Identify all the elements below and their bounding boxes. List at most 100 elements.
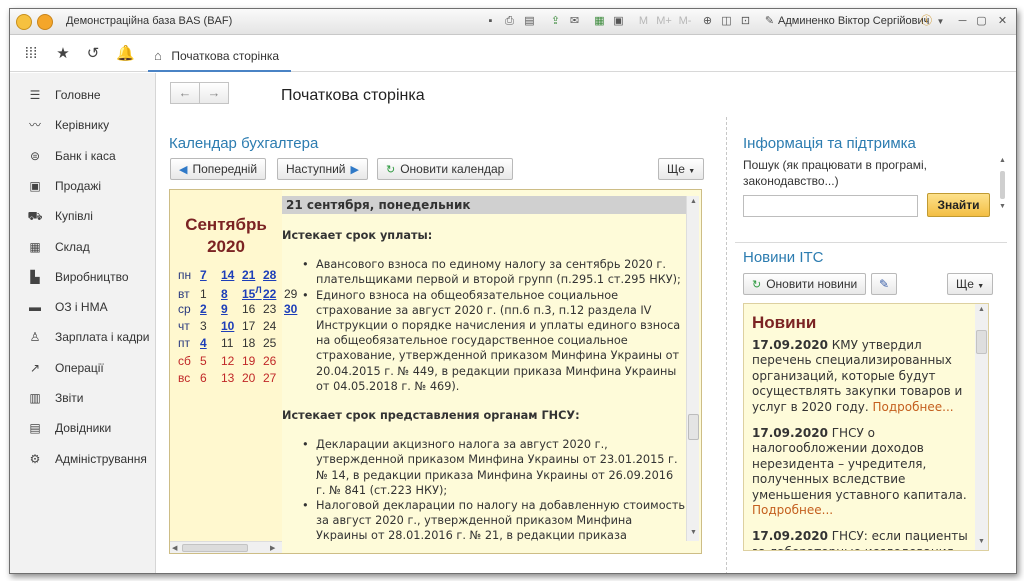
save-icon[interactable]: ▪: [483, 14, 498, 29]
news-date: 17.09.2020: [752, 426, 828, 441]
news-settings-button[interactable]: ✎: [871, 273, 897, 295]
scroll-down-icon[interactable]: ▼: [978, 538, 985, 545]
edit-document-icon: ✎: [878, 277, 890, 291]
calendar-more-button[interactable]: Ще ▼: [658, 158, 705, 180]
sidebar-item[interactable]: ☰ Головне: [10, 83, 156, 111]
factory-icon: ▙: [30, 269, 40, 284]
month-name: Сентябрь: [185, 215, 267, 234]
tab-home[interactable]: ⌂ Початкова сторінка: [148, 43, 292, 72]
calendar-day[interactable]: 8: [221, 287, 242, 301]
sidebar-item[interactable]: ⛟ Купівлі: [10, 204, 156, 232]
sidebar-item[interactable]: ▬ ОЗ і НМА: [10, 295, 156, 323]
forward-button[interactable]: →: [199, 82, 229, 104]
content-item: Декларации акцизного налога за август 20…: [302, 437, 686, 498]
notifications-bell-icon[interactable]: 🔔: [116, 45, 135, 63]
zoom-icon[interactable]: ⊕: [700, 14, 715, 29]
close-icon[interactable]: ✕: [995, 14, 1010, 29]
sidebar-item[interactable]: ⊜ Банк і каса: [10, 144, 156, 172]
calendar-day[interactable]: 2: [200, 302, 221, 316]
chevron-down-icon[interactable]: ▼: [936, 14, 945, 29]
find-button[interactable]: Знайти: [927, 193, 990, 217]
calendar-vertical-scrollbar[interactable]: ▲ ▼: [686, 196, 699, 541]
fullscreen-icon[interactable]: ⊡: [738, 14, 753, 29]
news-more-button[interactable]: Ще ▼: [947, 273, 994, 295]
memory-m-icon[interactable]: M: [636, 14, 651, 29]
news-scrollbar[interactable]: ▲ ▼: [975, 304, 988, 550]
scroll-up-icon[interactable]: ▲: [999, 157, 1006, 164]
calendar-day[interactable]: 10: [221, 319, 242, 333]
main-menu-icon[interactable]: [37, 14, 53, 30]
search-input[interactable]: [743, 195, 918, 217]
scroll-down-icon[interactable]: ▼: [999, 203, 1006, 210]
memory-plus-icon[interactable]: M+: [655, 14, 673, 29]
info-title: Інформація та підтримка: [743, 135, 916, 152]
content-item: Налоговой декларации по налогу на добавл…: [302, 498, 686, 541]
sidebar-item[interactable]: ♙ Зарплата і кадри: [10, 325, 156, 353]
scroll-up-icon[interactable]: ▲: [978, 306, 985, 313]
next-button[interactable]: Наступний ▶: [277, 158, 368, 180]
back-button[interactable]: ←: [170, 82, 200, 104]
info-icon[interactable]: ⓘ: [919, 14, 934, 29]
calendar-day[interactable]: 14: [221, 268, 242, 282]
calendar-day: 24: [263, 319, 277, 334]
sidebar-item[interactable]: 〰 Керівнику: [10, 113, 156, 141]
sidebar-item[interactable]: ▥ Звіти: [10, 386, 156, 414]
mail-icon[interactable]: ✉: [567, 14, 582, 29]
sidebar-item[interactable]: ▣ Продажі: [10, 174, 156, 202]
calendar-day[interactable]: 4: [200, 336, 221, 350]
calendar-box: Сентябрь 2020 пн 7 14 21 28 вт 1 8 15Л22 29 ср 2 9 16 2…: [169, 189, 702, 554]
scroll-right-icon[interactable]: ▶: [270, 544, 275, 552]
tools-icon[interactable]: ✎: [762, 14, 777, 29]
sidebar-item[interactable]: ▦ Склад: [10, 235, 156, 263]
scroll-up-icon[interactable]: ▲: [690, 198, 697, 205]
sidebar-item-label: ОЗ і НМА: [55, 300, 108, 315]
calculator-icon[interactable]: ▦: [592, 14, 607, 29]
user-icon: ♙: [29, 330, 41, 345]
calendar-day[interactable]: 7: [200, 268, 221, 282]
calendar-day[interactable]: 22: [263, 287, 284, 301]
coins-icon: ⊜: [29, 148, 41, 163]
refresh-news-button[interactable]: ↻ Оновити новини: [743, 273, 867, 295]
scroll-thumb[interactable]: [688, 414, 699, 440]
sidebar-item[interactable]: ▙ Виробництво: [10, 265, 156, 293]
sidebar-item[interactable]: ↗ Операції: [10, 356, 156, 384]
scroll-down-icon[interactable]: ▼: [690, 529, 697, 536]
info-scrollbar[interactable]: ▲ ▼: [998, 157, 1007, 213]
scroll-left-icon[interactable]: ◀: [172, 544, 177, 552]
apps-grid-icon[interactable]: ⁞⁞⁞: [22, 45, 40, 63]
weekday-name: сб: [178, 353, 191, 368]
calendar-day[interactable]: 28: [263, 268, 284, 282]
minimize-icon[interactable]: ─: [955, 14, 970, 29]
panel-icon[interactable]: ◫: [719, 14, 734, 29]
calendar-day: 18: [242, 336, 256, 351]
app-logo-icon[interactable]: [16, 14, 32, 30]
gear-icon: ⚙: [29, 451, 41, 466]
calendar-horizontal-scrollbar[interactable]: ◀ ▶: [170, 541, 282, 553]
sidebar-item-label: Зарплата і кадри: [55, 330, 150, 345]
calendar-day[interactable]: 21: [242, 268, 263, 282]
memory-minus-icon[interactable]: M-: [676, 14, 694, 29]
history-icon[interactable]: ↺: [84, 45, 102, 63]
user-name[interactable]: Админенко Віктор Сергійович: [778, 15, 929, 27]
refresh-calendar-button[interactable]: ↻ Оновити календар: [377, 158, 514, 180]
scroll-thumb[interactable]: [1000, 171, 1005, 199]
scroll-thumb[interactable]: [182, 544, 248, 552]
preview-icon[interactable]: ▤: [522, 14, 537, 29]
previous-button[interactable]: ◀ Попередній: [170, 158, 267, 180]
news-more-link[interactable]: Подробнее...: [873, 400, 954, 414]
sidebar-item-label: Керівнику: [55, 118, 110, 133]
scroll-thumb[interactable]: [976, 330, 987, 354]
restore-icon[interactable]: ▢: [974, 14, 989, 29]
calendar-day[interactable]: 9: [221, 302, 242, 316]
previous-label: Попередній: [192, 162, 258, 176]
calendar-day: 26: [263, 353, 277, 368]
calendar-icon[interactable]: ▣: [611, 14, 626, 29]
print-icon[interactable]: ⎙: [502, 14, 517, 29]
news-more-link[interactable]: Подробнее...: [752, 503, 833, 517]
sidebar-item[interactable]: ▤ Довідники: [10, 416, 156, 444]
upload-icon[interactable]: ⇪: [548, 14, 563, 29]
sidebar-item[interactable]: ⚙ Адміністрування: [10, 447, 156, 475]
favorites-star-icon[interactable]: ★: [54, 45, 72, 63]
calendar-day[interactable]: 15Л: [242, 285, 263, 301]
calendar-day: 3: [200, 319, 207, 334]
